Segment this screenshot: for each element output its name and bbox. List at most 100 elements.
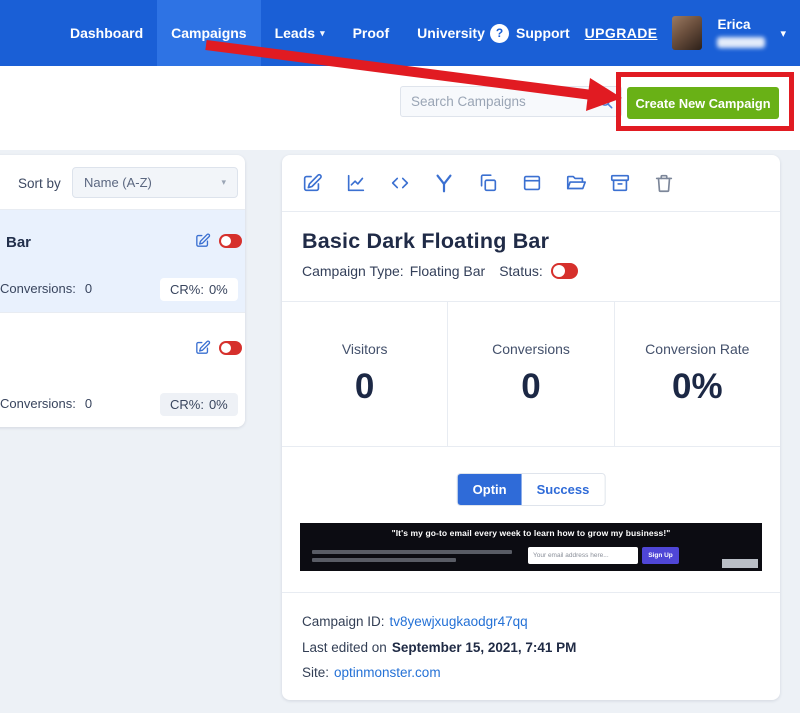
duplicate-icon[interactable] <box>476 172 499 195</box>
question-mark-icon: ? <box>490 24 509 43</box>
nav-item-dashboard[interactable]: Dashboard <box>56 0 157 66</box>
folder-icon[interactable] <box>564 172 587 195</box>
stat-label: Conversions <box>492 341 570 357</box>
stat-value: 0% <box>672 367 723 407</box>
last-edited-label: Last edited on <box>302 640 387 655</box>
nav-leads-label: Leads <box>275 25 315 41</box>
stat-visitors: Visitors 0 <box>282 302 447 446</box>
preview-quote: "It's my go-to email every week to learn… <box>300 528 762 538</box>
stat-value: 0 <box>521 367 540 407</box>
tab-success[interactable]: Success <box>522 474 605 505</box>
preview-text-line <box>312 550 512 554</box>
preview-text-line <box>312 558 456 562</box>
cr-value: 0% <box>209 397 228 412</box>
sort-select-value: Name (A-Z) <box>84 175 152 190</box>
campaign-id-link[interactable]: tv8yewjxugkaodgr47qq <box>390 614 528 629</box>
sort-row: Sort by Name (A-Z) ▾ <box>0 155 245 210</box>
action-bar: Create New Campaign <box>0 66 800 150</box>
trash-icon[interactable] <box>652 172 675 195</box>
cr-label: CR%: <box>170 282 204 297</box>
campaign-detail-panel: Basic Dark Floating Bar Campaign Type: F… <box>282 155 780 700</box>
cr-badge: CR%: 0% <box>160 393 238 416</box>
edit-icon[interactable] <box>300 172 323 195</box>
campaign-list-item-selected[interactable]: Bar Conversions: 0 CR%: 0% <box>0 210 245 312</box>
search-box <box>400 86 622 117</box>
split-test-icon[interactable] <box>432 172 455 195</box>
last-edited-line: Last edited on September 15, 2021, 7:41 P… <box>302 638 760 658</box>
analytics-icon[interactable] <box>344 172 367 195</box>
search-icon <box>598 94 614 110</box>
cr-value: 0% <box>209 282 228 297</box>
preview-tabs: Optin Success <box>457 473 606 506</box>
stat-conversions: Conversions 0 <box>447 302 613 446</box>
campaign-type-row: Campaign Type: Floating Bar Status: <box>302 263 760 279</box>
campaign-preview-thumbnail: "It's my go-to email every week to learn… <box>300 523 762 571</box>
campaign-status-toggle[interactable] <box>219 234 242 248</box>
campaign-title: Basic Dark Floating Bar <box>302 229 760 254</box>
conversions-label: Conversions: <box>0 396 76 411</box>
stat-label: Visitors <box>342 341 388 357</box>
campaign-stats: Visitors 0 Conversions 0 Conversion Rate… <box>282 302 780 447</box>
conversions-stat: Conversions: 0 <box>0 281 92 296</box>
site-line: Site: optinmonster.com <box>302 663 760 683</box>
preview-small-text <box>312 550 512 566</box>
search-input[interactable] <box>401 94 598 109</box>
chevron-down-icon[interactable]: ▾ <box>780 27 786 40</box>
conversions-label: Conversions: <box>0 281 76 296</box>
nav-item-leads[interactable]: Leads ▾ <box>261 0 339 66</box>
create-new-campaign-button[interactable]: Create New Campaign <box>627 87 779 119</box>
preview-email-input: Your email address here... <box>528 547 638 564</box>
preview-watermark <box>722 559 758 568</box>
stat-value: 0 <box>355 367 374 407</box>
sort-by-label: Sort by <box>18 176 61 191</box>
archive-icon[interactable] <box>608 172 631 195</box>
campaign-meta: Campaign ID:tv8yewjxugkaodgr47qq Last ed… <box>282 593 780 708</box>
user-name: Erica <box>717 18 765 33</box>
campaign-list-panel: Sort by Name (A-Z) ▾ Bar Conversions: 0 C… <box>0 155 245 427</box>
redacted-user-text <box>717 37 765 48</box>
sort-select[interactable]: Name (A-Z) ▾ <box>72 167 238 198</box>
site-link[interactable]: optinmonster.com <box>334 665 441 680</box>
edit-pencil-icon[interactable] <box>194 339 211 356</box>
nav-university-label: University <box>417 25 485 41</box>
nav-dashboard-label: Dashboard <box>70 25 143 41</box>
embed-code-icon[interactable] <box>388 172 411 195</box>
nav-item-campaigns[interactable]: Campaigns <box>157 0 260 66</box>
chevron-down-icon: ▾ <box>320 28 325 39</box>
main-nav: Dashboard Campaigns Leads ▾ Proof Univer… <box>56 0 499 66</box>
navbar-right: ? Support UPGRADE Erica ▾ <box>490 0 786 66</box>
chevron-down-icon: ▾ <box>221 177 226 188</box>
last-edited-value: September 15, 2021, 7:41 PM <box>392 640 577 655</box>
site-label: Site: <box>302 665 329 680</box>
conversions-value: 0 <box>85 396 92 411</box>
nav-campaigns-label: Campaigns <box>171 25 246 41</box>
tab-optin[interactable]: Optin <box>458 474 522 505</box>
nav-item-university[interactable]: University <box>403 0 499 66</box>
campaign-id-line: Campaign ID:tv8yewjxugkaodgr47qq <box>302 612 760 632</box>
nav-proof-label: Proof <box>353 25 390 41</box>
campaign-status-toggle[interactable] <box>219 341 242 355</box>
campaign-item-title: Bar <box>6 234 31 251</box>
campaign-status-toggle[interactable] <box>551 263 578 279</box>
support-label: Support <box>516 25 570 41</box>
stat-label: Conversion Rate <box>645 341 749 357</box>
cr-label: CR%: <box>170 397 204 412</box>
campaign-type-label: Campaign Type: <box>302 263 404 279</box>
status-label: Status: <box>499 263 543 279</box>
upgrade-link[interactable]: UPGRADE <box>585 25 658 41</box>
user-menu[interactable]: Erica <box>717 18 765 48</box>
avatar[interactable] <box>672 16 702 50</box>
stat-conversion-rate: Conversion Rate 0% <box>614 302 780 446</box>
campaign-toolbar <box>282 155 780 212</box>
campaign-title-section: Basic Dark Floating Bar Campaign Type: F… <box>282 212 780 302</box>
conversions-value: 0 <box>85 281 92 296</box>
cr-badge: CR%: 0% <box>160 278 238 301</box>
nav-item-proof[interactable]: Proof <box>339 0 404 66</box>
top-navbar: Dashboard Campaigns Leads ▾ Proof Univer… <box>0 0 800 66</box>
conversions-stat: Conversions: 0 <box>0 396 92 411</box>
template-icon[interactable] <box>520 172 543 195</box>
campaign-type-value: Floating Bar <box>410 263 485 279</box>
campaign-list-item[interactable]: Conversions: 0 CR%: 0% <box>0 312 245 427</box>
nav-item-support[interactable]: ? Support <box>490 24 570 43</box>
edit-pencil-icon[interactable] <box>194 232 211 249</box>
